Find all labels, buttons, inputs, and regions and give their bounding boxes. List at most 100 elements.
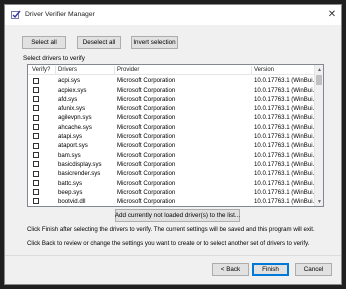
driver-name: afunix.sys bbox=[58, 105, 86, 113]
driver-provider: Microsoft Corporation bbox=[117, 142, 176, 150]
driver-name: acpi.sys bbox=[58, 77, 81, 85]
driver-name: acpiex.sys bbox=[58, 86, 87, 94]
table-row[interactable]: battc.sys Microsoft Corporation 10.0.17763… bbox=[28, 178, 315, 187]
table-row[interactable]: basicdisplay.sys Microsoft Corporation 10.… bbox=[28, 160, 315, 169]
driver-version: 10.0.17763.1 (WinBui... bbox=[254, 198, 314, 206]
back-instruction: Click Back to review or change the setti… bbox=[27, 240, 310, 247]
driver-version: 10.0.17763.1 (WinBui... bbox=[254, 123, 314, 131]
driver-name: battc.sys bbox=[58, 179, 83, 187]
invert-selection-button[interactable]: Invert selection bbox=[131, 36, 178, 49]
driver-version: 10.0.17763.1 (WinBui... bbox=[254, 105, 314, 113]
list-header: Verify? Drivers Provider Version bbox=[28, 65, 323, 75]
driver-version: 10.0.17763.1 (WinBui... bbox=[254, 170, 314, 178]
driver-provider: Microsoft Corporation bbox=[117, 114, 176, 122]
verify-checkbox[interactable] bbox=[33, 151, 39, 158]
driver-provider: Microsoft Corporation bbox=[117, 123, 176, 131]
column-header-verify[interactable]: Verify? bbox=[32, 67, 50, 73]
driver-provider: Microsoft Corporation bbox=[117, 77, 176, 85]
verify-checkbox[interactable] bbox=[33, 124, 39, 130]
driver-version: 10.0.17763.1 (WinBui... bbox=[254, 142, 314, 150]
table-row[interactable]: atapi.sys Microsoft Corporation 10.0.17763… bbox=[28, 132, 315, 141]
verify-checkbox[interactable] bbox=[33, 114, 39, 121]
add-not-loaded-drivers-button[interactable]: Add currently not loaded driver(s) to th… bbox=[115, 209, 240, 222]
driver-version: 10.0.17763.1 (WinBui... bbox=[254, 77, 314, 85]
column-header-drivers[interactable]: Drivers bbox=[58, 67, 77, 73]
close-icon[interactable]: ✕ bbox=[325, 8, 339, 22]
table-row[interactable]: bowser.sysMicrosoft Corporation10.0.1776… bbox=[28, 206, 315, 207]
finish-button[interactable]: Finish bbox=[252, 263, 289, 276]
driver-verifier-window: Driver Verifier Manager ✕ Select all Des… bbox=[4, 4, 342, 285]
table-row[interactable]: beep.sys Microsoft Corporation 10.0.17763.… bbox=[28, 188, 315, 197]
table-row[interactable]: ahcache.sys Microsoft Corporation 10.0.177… bbox=[28, 123, 315, 132]
column-header-version[interactable]: Version bbox=[254, 67, 274, 73]
driver-name: ahcache.sys bbox=[58, 123, 92, 131]
driver-version: 10.0.17763.1 (WinBui... bbox=[254, 151, 314, 159]
table-row[interactable]: afunix.sys Microsoft Corporation 10.0.1776… bbox=[28, 104, 315, 113]
verify-checkbox[interactable] bbox=[33, 189, 39, 196]
driver-version: 10.0.17763.1 (WinBui... bbox=[254, 95, 314, 103]
driver-provider: Microsoft Corporation bbox=[117, 151, 176, 159]
scroll-up-icon[interactable]: ▲ bbox=[315, 65, 323, 74]
driver-name: atapi.sys bbox=[58, 133, 83, 141]
driver-name: beep.sys bbox=[58, 188, 83, 196]
verify-checkbox[interactable] bbox=[33, 170, 39, 177]
verify-checkbox[interactable] bbox=[33, 142, 39, 149]
footer-divider bbox=[5, 255, 341, 256]
driver-name: bam.sys bbox=[58, 151, 81, 159]
scroll-down-icon[interactable]: ▼ bbox=[315, 197, 323, 206]
drivers-list[interactable]: Verify? Drivers Provider Version acpi.sy… bbox=[27, 64, 324, 207]
driver-name: agilevpn.sys bbox=[58, 114, 92, 122]
driver-version: 10.0.17763.1 (WinBui... bbox=[254, 86, 314, 94]
table-row[interactable]: acpi.sys Microsoft Corporation 10.0.17763.… bbox=[28, 76, 315, 85]
driver-version: 10.0.17763.1 (WinBui... bbox=[254, 160, 314, 168]
table-row[interactable]: basicrender.sys Microsoft Corporation 10.0… bbox=[28, 169, 315, 178]
driver-provider: Microsoft Corporation bbox=[117, 105, 176, 113]
table-row[interactable]: bootvid.dll Microsoft Corporation 10.0.177… bbox=[28, 197, 315, 206]
driver-provider: Microsoft Corporation bbox=[117, 179, 176, 187]
driver-version: 10.0.17763.1 (WinBui... bbox=[254, 179, 314, 187]
app-icon bbox=[11, 10, 21, 19]
driver-version: 10.0.17763.1 (WinBui... bbox=[254, 133, 314, 141]
cancel-button[interactable]: Cancel bbox=[295, 263, 332, 276]
select-all-button[interactable]: Select all bbox=[22, 36, 66, 49]
table-row[interactable]: bam.sys Microsoft Corporation 10.0.17763.1… bbox=[28, 150, 315, 159]
driver-provider: Microsoft Corporation bbox=[117, 86, 176, 94]
verify-checkbox[interactable] bbox=[33, 133, 39, 140]
table-row[interactable]: acpiex.sys Microsoft Corporation 10.0.1776… bbox=[28, 85, 315, 94]
verify-checkbox[interactable] bbox=[33, 198, 39, 205]
driver-name: basicdisplay.sys bbox=[58, 160, 102, 168]
scroll-thumb[interactable] bbox=[316, 75, 322, 85]
window-title: Driver Verifier Manager bbox=[25, 11, 95, 18]
back-button[interactable]: < Back bbox=[212, 263, 249, 276]
column-header-provider[interactable]: Provider bbox=[117, 67, 139, 73]
table-row[interactable]: agilevpn.sys Microsoft Corporation 10.0.17… bbox=[28, 113, 315, 122]
verify-checkbox[interactable] bbox=[33, 179, 39, 186]
driver-provider: Microsoft Corporation bbox=[117, 170, 176, 178]
driver-provider: Microsoft Corporation bbox=[117, 95, 176, 103]
driver-provider: Microsoft Corporation bbox=[117, 198, 176, 206]
driver-provider: Microsoft Corporation bbox=[117, 188, 176, 196]
driver-provider: Microsoft Corporation bbox=[117, 133, 176, 141]
driver-version: 10.0.17763.1 (WinBui... bbox=[254, 188, 314, 196]
verify-checkbox[interactable] bbox=[33, 96, 39, 103]
title-bar: Driver Verifier Manager ✕ bbox=[5, 5, 341, 25]
driver-version: 10.0.17763.1 (WinBui... bbox=[254, 114, 314, 122]
verify-checkbox[interactable] bbox=[33, 105, 39, 112]
driver-name: afd.sys bbox=[58, 95, 78, 103]
finish-instruction: Click Finish after selecting the drivers… bbox=[27, 226, 315, 233]
deselect-all-button[interactable]: Deselect all bbox=[77, 36, 121, 49]
driver-provider: Microsoft Corporation bbox=[117, 160, 176, 168]
vertical-scrollbar[interactable]: ▲ ▼ bbox=[314, 65, 323, 206]
verify-checkbox[interactable] bbox=[33, 77, 39, 84]
table-row[interactable]: afd.sys Microsoft Corporation 10.0.17763.1… bbox=[28, 95, 315, 104]
verify-checkbox[interactable] bbox=[33, 161, 39, 168]
column-divider[interactable] bbox=[251, 66, 252, 74]
column-divider[interactable] bbox=[55, 66, 56, 74]
verify-checkbox[interactable] bbox=[33, 86, 39, 93]
driver-name: ataport.sys bbox=[58, 142, 88, 150]
column-divider[interactable] bbox=[114, 66, 115, 74]
table-row[interactable]: ataport.sys Microsoft Corporation 10.0.177… bbox=[28, 141, 315, 150]
list-rows: acpi.sys Microsoft Corporation 10.0.17763.… bbox=[28, 76, 315, 207]
driver-name: basicrender.sys bbox=[58, 170, 101, 178]
section-label: Select drivers to verify bbox=[23, 55, 85, 62]
